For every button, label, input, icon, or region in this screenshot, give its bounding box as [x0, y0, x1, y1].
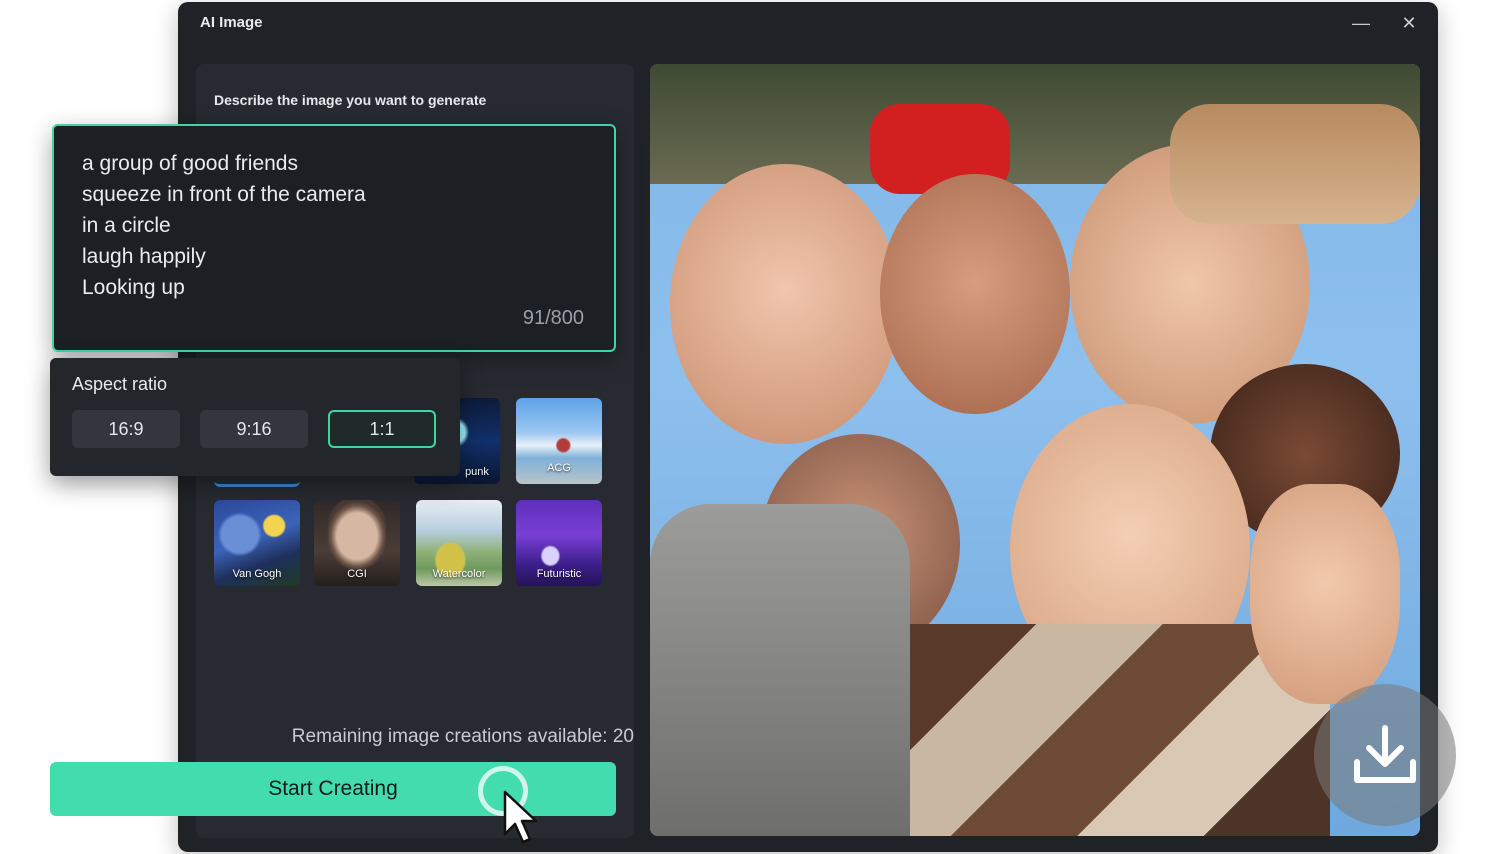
aspect-ratio-title: Aspect ratio: [72, 374, 168, 394]
ratio-9-16-button[interactable]: 9:16: [200, 410, 308, 448]
prompt-textarea[interactable]: a group of good friends squeeze in front…: [52, 124, 616, 352]
style-thumb-futuristic[interactable]: Futuristic: [516, 500, 602, 586]
describe-label: Describe the image you want to generate: [214, 92, 487, 108]
image-waving-hand: [1250, 484, 1400, 704]
image-hair-3: [1170, 104, 1420, 224]
title-bar: AI Image — ✕: [178, 2, 1438, 44]
style-label: CGI: [347, 568, 367, 580]
selected-thumb-edge: [214, 476, 300, 487]
style-label: Futuristic: [536, 568, 582, 580]
prompt-line: a group of good friends: [82, 152, 298, 175]
style-label: Watercolor: [432, 568, 486, 580]
style-label: ACG: [547, 462, 571, 474]
minimize-button[interactable]: —: [1348, 12, 1374, 34]
style-thumb-cgi[interactable]: CGI: [314, 500, 400, 586]
prompt-line: squeeze in front of the camera: [82, 183, 366, 206]
download-button[interactable]: [1314, 684, 1456, 826]
image-grey-hoodie: [650, 504, 910, 836]
prompt-text: a group of good friends squeeze in front…: [82, 148, 366, 303]
style-thumb-watercolor[interactable]: Watercolor: [416, 500, 502, 586]
stage: AI Image — ✕ Describe the image you want…: [0, 0, 1508, 854]
generated-image-preview: [650, 64, 1420, 836]
window-title: AI Image: [200, 14, 263, 31]
prompt-line: in a circle: [82, 214, 171, 237]
image-face-1: [670, 164, 900, 444]
mouse-pointer-icon: [503, 790, 538, 844]
close-button[interactable]: ✕: [1396, 12, 1422, 34]
download-icon: [1354, 725, 1416, 783]
style-label: punk: [465, 466, 489, 478]
ratio-1-1-button[interactable]: 1:1: [328, 410, 436, 448]
start-creating-label: Start Creating: [268, 777, 398, 800]
remaining-creations-text: Remaining image creations available: 20: [291, 726, 634, 747]
ratio-16-9-button[interactable]: 16:9: [72, 410, 180, 448]
style-thumb-van-gogh[interactable]: Van Gogh: [214, 500, 300, 586]
image-face-2: [880, 174, 1070, 414]
style-thumb-acg[interactable]: ACG: [516, 398, 602, 484]
style-label: Van Gogh: [232, 568, 282, 580]
character-counter: 91/800: [522, 307, 584, 329]
prompt-line: laugh happily: [82, 245, 206, 268]
aspect-ratio-panel: Aspect ratio 16:9 9:16 1:1: [50, 358, 460, 476]
prompt-line: Looking up: [82, 276, 185, 299]
